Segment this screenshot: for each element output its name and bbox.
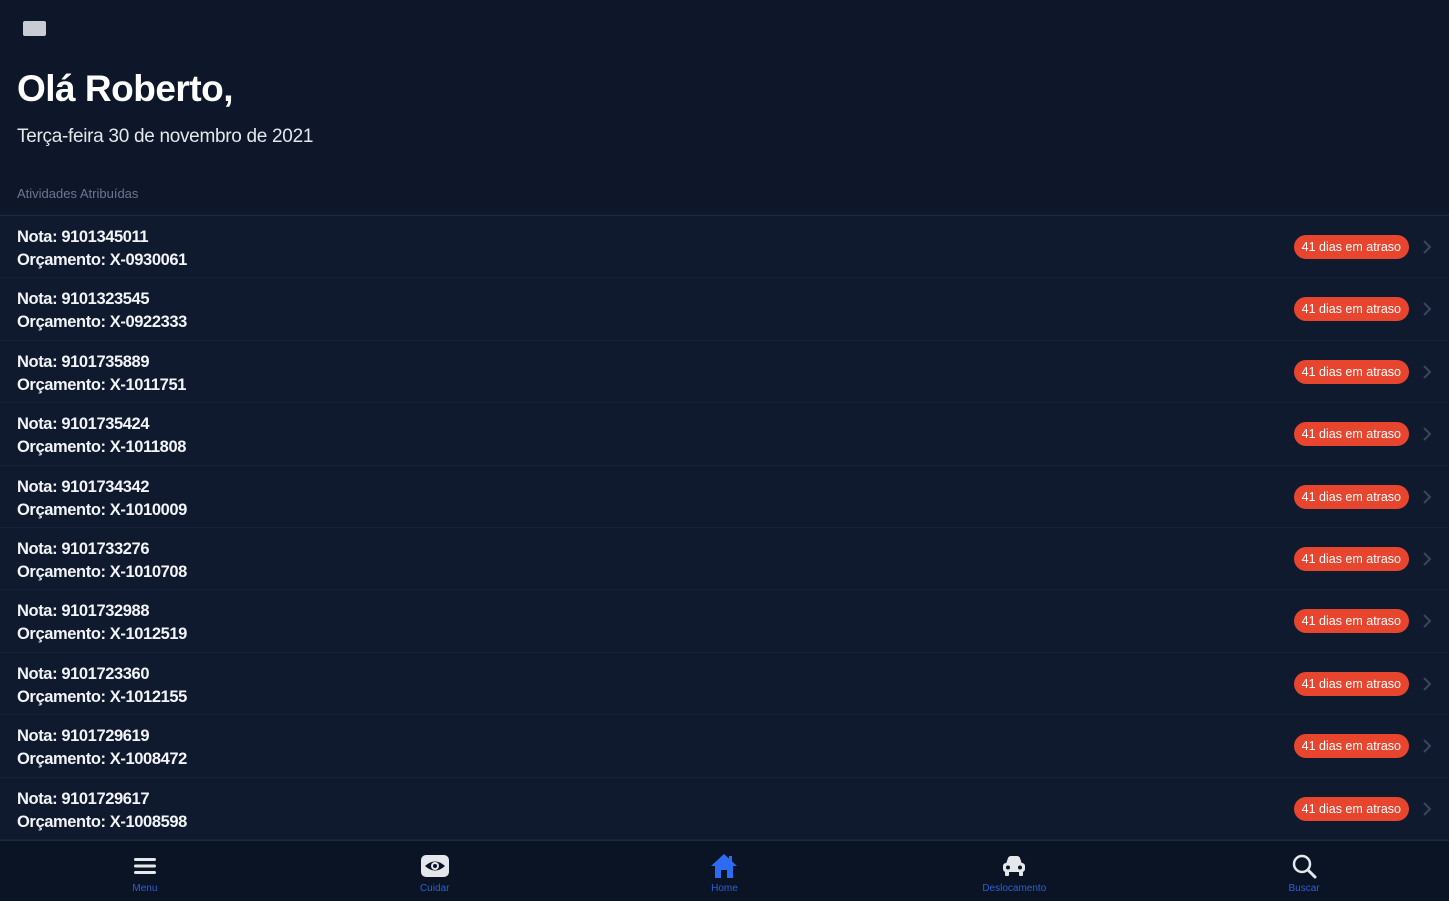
activity-nota: Nota: 9101735424 [17,415,150,434]
chevron-right-icon [1423,427,1432,441]
activity-text: Nota: 9101729619 Orçamento: X-1008472 [17,725,187,771]
overdue-badge: 41 dias em atraso [1293,484,1409,509]
activity-row[interactable]: Nota: 9101729617 Orçamento: X-1008598 41… [0,777,1449,840]
tab-menu[interactable]: Menu [0,841,290,901]
menu-toggle-icon[interactable] [23,21,46,36]
overdue-badge: 41 dias em atraso [1293,422,1409,447]
activity-row[interactable]: Nota: 9101735424 Orçamento: X-1011808 41… [0,403,1449,466]
activity-orcamento: Orçamento: X-1012155 [17,687,187,706]
activity-text: Nota: 9101729617 Orçamento: X-1008598 [17,788,187,834]
overdue-badge: 41 dias em atraso [1293,359,1409,384]
chevron-right-icon [1423,552,1432,566]
activity-nota: Nota: 9101732988 [17,602,150,621]
chevron-right-icon [1423,801,1432,816]
activity-orcamento: Orçamento: X-1008472 [17,750,187,769]
hamburger-icon [130,852,160,880]
activity-row[interactable]: Nota: 9101734342 Orçamento: X-1010009 41… [0,465,1449,528]
chevron-right-icon [1423,614,1432,629]
tab-label: Home [711,883,738,894]
activity-nota: Nota: 9101323545 [17,290,150,309]
chevron-right-icon [1423,489,1432,504]
activity-nota: Nota: 9101729619 [17,727,150,746]
activity-orcamento: Orçamento: X-1010009 [17,500,187,519]
activity-nota: Nota: 9101733276 [17,539,150,558]
chevron-right-icon [1423,240,1432,254]
activity-orcamento: Orçamento: X-1008598 [17,812,187,831]
activity-text: Nota: 9101735424 Orçamento: X-1011808 [17,413,186,459]
section-label: Atividades Atribuídas [17,186,139,201]
activity-text: Nota: 9101723360 Orçamento: X-1012155 [17,663,187,709]
activity-orcamento: Orçamento: X-0922333 [17,313,187,332]
overdue-badge: 41 dias em atraso [1293,796,1409,821]
activity-row[interactable]: Nota: 9101732988 Orçamento: X-1012519 41… [0,590,1449,653]
activity-text: Nota: 9101345011 Orçamento: X-0930061 [17,226,187,272]
tab-label: Menu [132,883,158,894]
activity-nota: Nota: 9101734342 [17,477,150,496]
activity-orcamento: Orçamento: X-1011751 [17,375,187,394]
overdue-badge: 41 dias em atraso [1293,609,1409,634]
bottom-tab-bar: Menu Cuidar Home Deslocamento Buscar [0,840,1449,901]
activity-nota: Nota: 9101729617 [17,789,150,808]
activity-orcamento: Orçamento: X-0930061 [17,251,187,269]
activity-orcamento: Orçamento: X-1012519 [17,625,187,644]
activity-row[interactable]: Nota: 9101723360 Orçamento: X-1012155 41… [0,652,1449,716]
date-text: Terça-feira 30 de novembro de 2021 [17,126,314,147]
activity-list: Nota: 9101345011 Orçamento: X-0930061 41… [0,215,1449,840]
activity-row[interactable]: Nota: 9101733276 Orçamento: X-1010708 41… [0,527,1449,591]
activity-row[interactable]: Nota: 9101323545 Orçamento: X-0922333 41… [0,278,1449,341]
activity-text: Nota: 9101735889 Orçamento: X-1011751 [17,351,186,397]
activity-nota: Nota: 9101723360 [17,664,150,683]
tab-buscar[interactable]: Buscar [1159,841,1449,901]
activity-text: Nota: 9101732988 Orçamento: X-1012519 [17,600,187,646]
activity-row[interactable]: Nota: 9101345011 Orçamento: X-0930061 41… [0,216,1449,279]
activity-nota: Nota: 9101735889 [17,352,150,371]
home-icon [709,852,739,880]
chevron-right-icon [1423,739,1432,753]
activity-row[interactable]: Nota: 9101735889 Orçamento: X-1011751 41… [0,340,1449,404]
tab-label: Buscar [1288,883,1320,894]
tab-home[interactable]: Home [580,841,870,901]
tab-deslocamento[interactable]: Deslocamento [869,841,1159,901]
activity-orcamento: Orçamento: X-1010708 [17,562,187,581]
overdue-badge: 41 dias em atraso [1293,235,1409,259]
overdue-badge: 41 dias em atraso [1293,297,1409,322]
chevron-right-icon [1423,365,1432,379]
activity-text: Nota: 9101733276 Orçamento: X-1010708 [17,538,187,584]
tab-cuidar[interactable]: Cuidar [290,841,580,901]
overdue-badge: 41 dias em atraso [1293,671,1409,696]
activity-orcamento: Orçamento: X-1011808 [17,438,187,457]
overdue-badge: 41 dias em atraso [1293,546,1409,571]
tab-label: Cuidar [419,883,450,894]
overdue-badge: 41 dias em atraso [1293,734,1409,759]
header: Olá Roberto, Terça-feira 30 de novembro … [0,0,1449,213]
search-icon [1289,852,1319,880]
eye-icon [420,852,450,880]
activity-nota: Nota: 9101345011 [17,228,149,246]
activity-text: Nota: 9101734342 Orçamento: X-1010009 [17,476,187,522]
activity-text: Nota: 9101323545 Orçamento: X-0922333 [17,288,187,334]
activity-row[interactable]: Nota: 9101729619 Orçamento: X-1008472 41… [0,715,1449,778]
chevron-right-icon [1423,302,1432,317]
tab-label: Deslocamento [982,883,1047,894]
chevron-right-icon [1423,677,1432,691]
car-icon [999,852,1029,880]
greeting-title: Olá Roberto, [17,68,234,109]
